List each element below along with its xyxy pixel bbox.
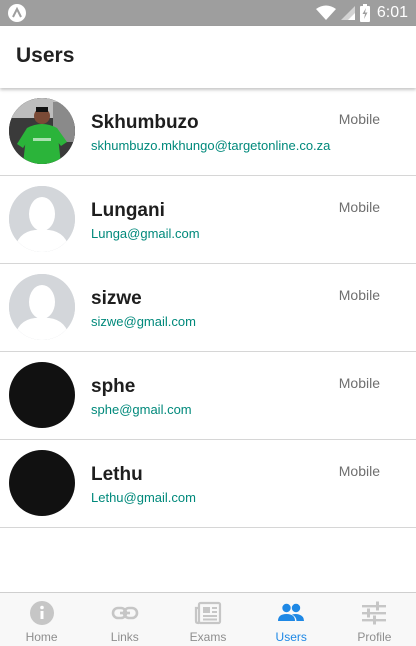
list-item[interactable]: Lungani Lunga@gmail.com Mobile <box>0 176 416 264</box>
tab-label: Profile <box>357 630 392 644</box>
bottom-tab-bar: Home Links Exams Users Profile <box>0 592 416 646</box>
page-title: Users <box>16 44 75 67</box>
list-item[interactable]: Skhumbuzo skhumbuzo.mkhungo@targetonline… <box>0 88 416 176</box>
battery-icon <box>359 4 370 22</box>
avatar-placeholder <box>9 274 75 340</box>
user-name: Lethu <box>91 464 143 485</box>
tab-links[interactable]: Links <box>83 593 166 646</box>
sliders-icon <box>362 601 387 625</box>
avatar-placeholder <box>9 186 75 252</box>
user-device: Mobile <box>338 463 380 479</box>
wifi-icon <box>315 5 336 20</box>
tab-profile[interactable]: Profile <box>333 593 416 646</box>
user-device: Mobile <box>338 199 380 215</box>
user-device: Mobile <box>338 287 380 303</box>
user-name: Skhumbuzo <box>91 112 199 133</box>
person-silhouette-icon <box>9 274 75 340</box>
user-name: sphe <box>91 376 136 397</box>
tab-label: Home <box>25 630 58 644</box>
tab-label: Exams <box>189 630 227 644</box>
app-logo-icon <box>8 4 26 22</box>
user-list: Skhumbuzo skhumbuzo.mkhungo@targetonline… <box>0 88 416 528</box>
tab-exams[interactable]: Exams <box>166 593 249 646</box>
user-email: sizwe@gmail.com <box>91 314 196 329</box>
tab-label: Users <box>275 630 307 644</box>
signal-icon <box>340 6 355 20</box>
list-item[interactable]: sizwe sizwe@gmail.com Mobile <box>0 264 416 352</box>
avatar <box>9 362 75 428</box>
user-email: Lethu@gmail.com <box>91 490 196 505</box>
info-icon <box>29 601 54 625</box>
avatar <box>9 98 75 164</box>
tab-home[interactable]: Home <box>0 593 83 646</box>
newspaper-icon <box>194 601 222 625</box>
app-bar: Users <box>0 26 416 88</box>
user-email: sphe@gmail.com <box>91 402 192 417</box>
user-name: Lungani <box>91 200 165 221</box>
user-device: Mobile <box>338 111 380 127</box>
people-icon <box>278 603 305 621</box>
user-email: skhumbuzo.mkhungo@targetonline.co.za <box>91 138 331 153</box>
user-device: Mobile <box>338 375 380 391</box>
status-time: 6:01 <box>376 4 408 21</box>
tab-users[interactable]: Users <box>250 593 333 646</box>
person-silhouette-icon <box>9 186 75 252</box>
link-icon <box>111 606 139 620</box>
user-email: Lunga@gmail.com <box>91 226 200 241</box>
user-name: sizwe <box>91 288 142 309</box>
list-item[interactable]: sphe sphe@gmail.com Mobile <box>0 352 416 440</box>
list-item[interactable]: Lethu Lethu@gmail.com Mobile <box>0 440 416 528</box>
avatar <box>9 450 75 516</box>
tab-label: Links <box>110 630 139 644</box>
status-bar: 6:01 <box>0 0 416 26</box>
